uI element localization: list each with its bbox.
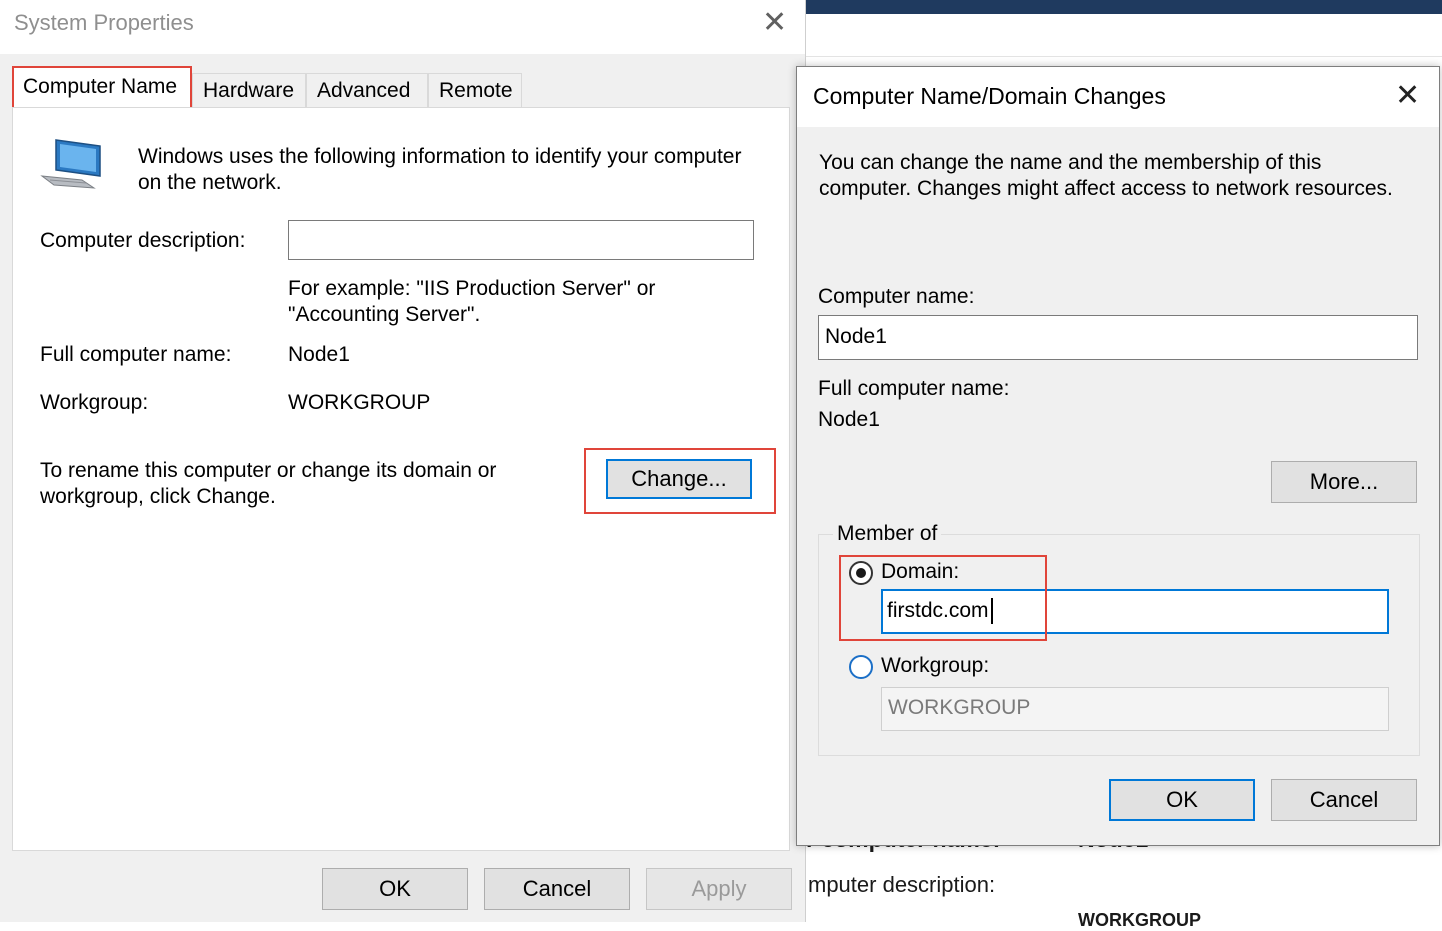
domain-changes-dialog: Computer Name/Domain Changes ✕ You can c… bbox=[796, 66, 1440, 846]
computer-description-input[interactable] bbox=[288, 220, 754, 260]
dialog-titlebar: Computer Name/Domain Changes ✕ bbox=[797, 67, 1439, 127]
background-row-3-value: WORKGROUP bbox=[1078, 910, 1201, 930]
tab-label: Remote bbox=[439, 79, 513, 102]
example-text-line-2: "Accounting Server". bbox=[288, 303, 481, 326]
workgroup-radio[interactable] bbox=[849, 655, 873, 679]
tab-advanced[interactable]: Advanced bbox=[306, 73, 428, 109]
highlight-box-change bbox=[584, 448, 776, 514]
full-computer-name-value: Node1 bbox=[818, 408, 880, 431]
computer-name-value: Node1 bbox=[825, 325, 887, 348]
workgroup-label: Workgroup: bbox=[40, 391, 149, 414]
apply-button[interactable]: Apply bbox=[646, 868, 792, 910]
highlight-box-domain bbox=[839, 555, 1047, 641]
system-properties-titlebar: System Properties ✕ bbox=[0, 0, 805, 54]
cancel-button[interactable]: Cancel bbox=[484, 868, 630, 910]
tab-hardware[interactable]: Hardware bbox=[192, 73, 306, 109]
full-computer-name-label: Full computer name: bbox=[40, 343, 232, 366]
computer-name-input[interactable]: Node1 bbox=[818, 315, 1418, 360]
more-button[interactable]: More... bbox=[1271, 461, 1417, 503]
member-of-label: Member of bbox=[833, 521, 942, 547]
workgroup-value: WORKGROUP bbox=[888, 696, 1031, 719]
rename-text-line-1: To rename this computer or change its do… bbox=[40, 459, 497, 482]
background-window-titlebar bbox=[806, 0, 1442, 14]
close-icon[interactable]: ✕ bbox=[762, 8, 787, 38]
dialog-intro-line-1: You can change the name and the membersh… bbox=[819, 151, 1322, 174]
computer-icon bbox=[38, 136, 108, 196]
dialog-intro-line-2: computer. Changes might affect access to… bbox=[819, 177, 1393, 200]
workgroup-input[interactable]: WORKGROUP bbox=[881, 687, 1389, 731]
intro-text-line-1: Windows uses the following information t… bbox=[138, 145, 742, 168]
intro-text-line-2: on the network. bbox=[138, 171, 282, 194]
tab-label: Hardware bbox=[203, 79, 295, 102]
full-computer-name-label: Full computer name: bbox=[818, 377, 1010, 400]
background-row-2-label: mputer description: bbox=[808, 872, 996, 897]
full-computer-name-value: Node1 bbox=[288, 343, 350, 366]
dialog-title: Computer Name/Domain Changes bbox=[813, 83, 1166, 109]
ok-button[interactable]: OK bbox=[1109, 779, 1255, 821]
computer-name-label: Computer name: bbox=[818, 285, 975, 308]
workgroup-label: Workgroup: bbox=[881, 654, 990, 677]
example-text-line-1: For example: "IIS Production Server" or bbox=[288, 277, 656, 300]
background-window-divider bbox=[806, 56, 1442, 57]
ok-button[interactable]: OK bbox=[322, 868, 468, 910]
close-icon[interactable]: ✕ bbox=[1395, 81, 1420, 111]
system-properties-window: System Properties ✕ Computer Name Hardwa… bbox=[0, 0, 806, 922]
cancel-button[interactable]: Cancel bbox=[1271, 779, 1417, 821]
tab-remote[interactable]: Remote bbox=[428, 73, 522, 109]
tab-label: Advanced bbox=[317, 79, 411, 102]
window-title: System Properties bbox=[14, 10, 194, 35]
workgroup-value: WORKGROUP bbox=[288, 391, 431, 414]
rename-text-line-2: workgroup, click Change. bbox=[40, 485, 276, 508]
computer-description-label: Computer description: bbox=[40, 229, 246, 252]
